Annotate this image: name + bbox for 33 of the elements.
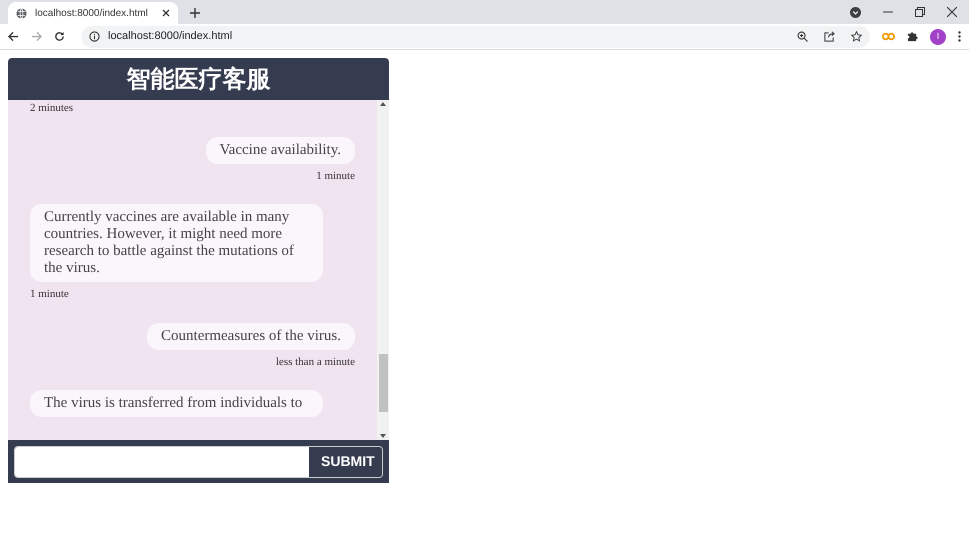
- message-time: 1 minute: [30, 287, 69, 302]
- message-time: 1 minute: [316, 168, 355, 184]
- dropdown-icon[interactable]: [850, 6, 861, 18]
- menu-icon[interactable]: [958, 31, 961, 42]
- profile-avatar[interactable]: I: [930, 28, 946, 44]
- back-icon[interactable]: [8, 31, 19, 42]
- close-window-icon[interactable]: [947, 7, 957, 17]
- address-bar[interactable]: localhost:8000/index.html: [81, 26, 870, 48]
- new-tab-icon[interactable]: [190, 8, 200, 18]
- scrollbar-thumb[interactable]: [378, 354, 388, 412]
- scroll-down-icon[interactable]: [380, 434, 386, 438]
- zoom-icon[interactable]: [797, 31, 808, 42]
- star-icon[interactable]: [851, 31, 862, 42]
- message-bubble: The virus is transferred from individuals to: [30, 390, 323, 417]
- message-bubble: Countermeasures of the virus.: [147, 322, 355, 350]
- share-icon[interactable]: [824, 31, 835, 42]
- message-bubble: Vaccine availability.: [206, 136, 355, 164]
- close-icon[interactable]: [162, 9, 170, 17]
- tab-title: localhost:8000/index.html: [35, 6, 149, 20]
- message-time: less than a minute: [276, 354, 355, 370]
- message-time: 2 minutes: [30, 101, 74, 116]
- puzzle-icon[interactable]: [907, 31, 918, 42]
- url-text: localhost:8000/index.html: [108, 29, 234, 44]
- message-bubble: Currently vaccines are available in many countries. However, it might need more research to battle against the mutations of the virus.: [30, 204, 323, 282]
- minimize-icon[interactable]: [883, 11, 893, 13]
- restore-icon[interactable]: [915, 7, 925, 17]
- scroll-up-icon[interactable]: [380, 102, 386, 106]
- reload-icon[interactable]: [54, 31, 65, 42]
- info-icon[interactable]: [89, 31, 100, 42]
- scrollbar[interactable]: [377, 100, 389, 440]
- browser-tab[interactable]: localhost:8000/index.html: [8, 2, 178, 24]
- globe-icon: [16, 8, 27, 18]
- chat-title: 智能医疗客服: [126, 64, 270, 95]
